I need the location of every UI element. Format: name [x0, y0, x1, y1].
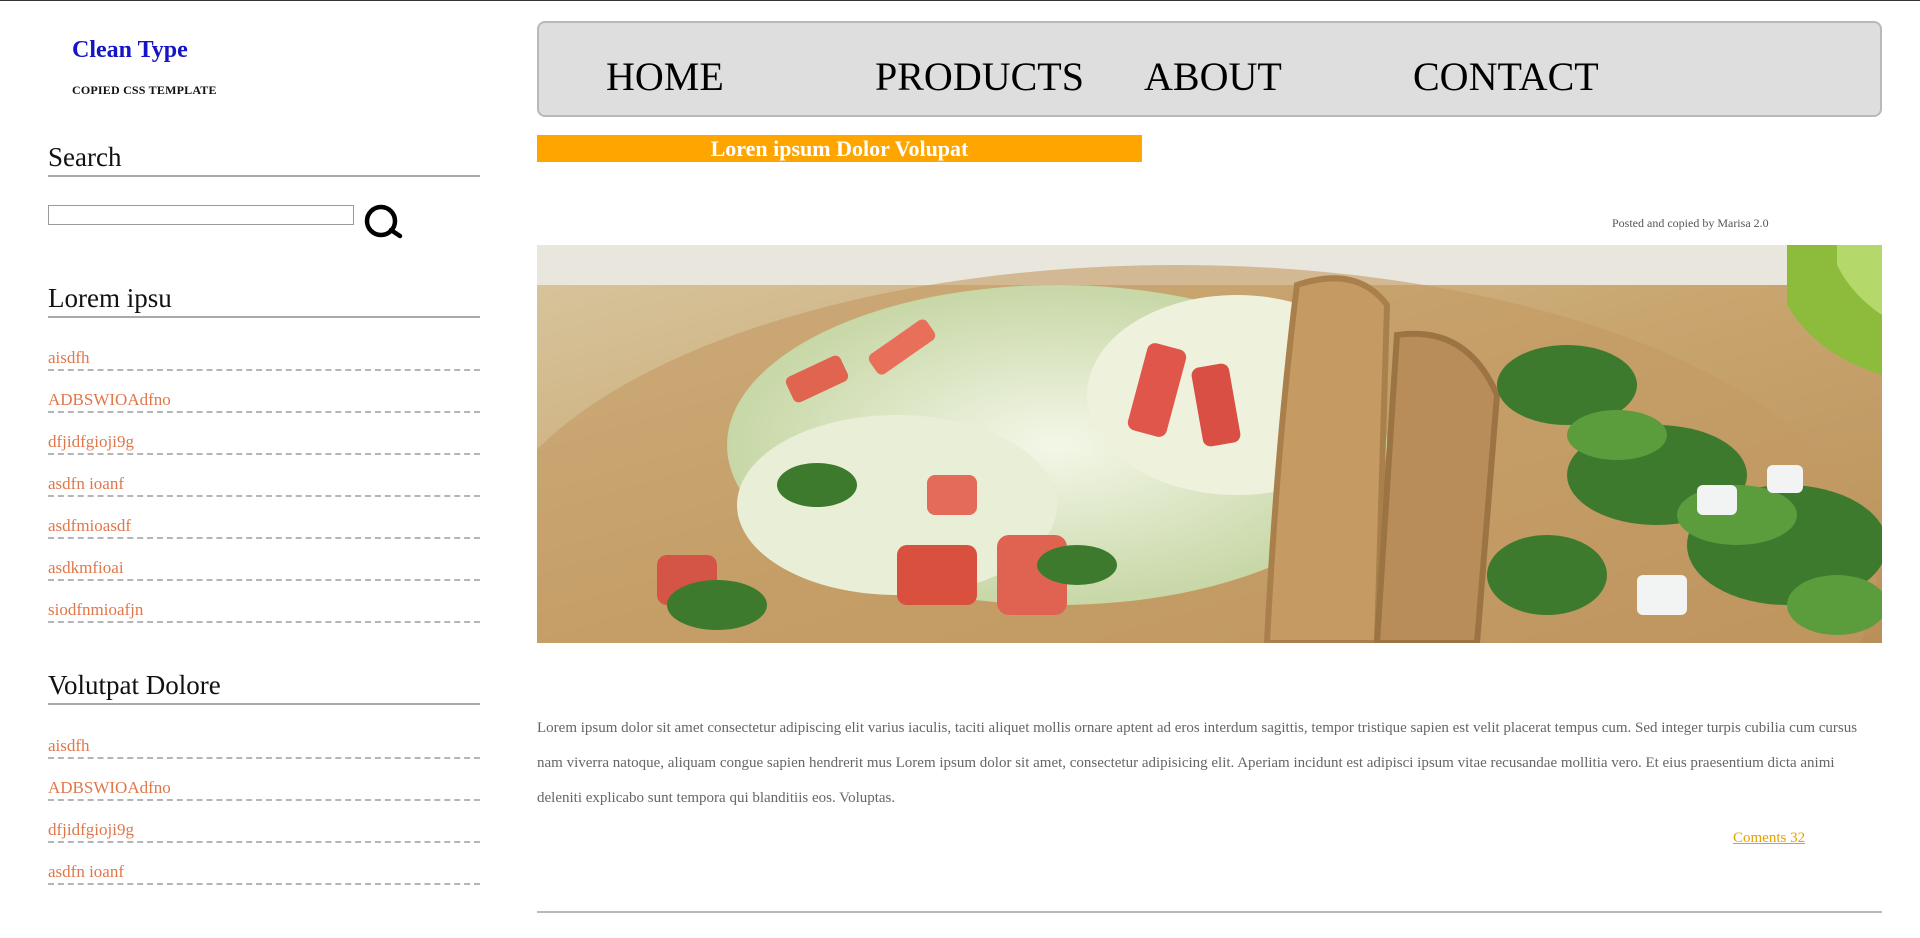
list-item: aisdfh	[48, 331, 480, 371]
nav-contact[interactable]: CONTACT	[1413, 55, 1599, 99]
nav-about[interactable]: ABOUT	[1144, 55, 1282, 99]
sidebar-link[interactable]: ADBSWIOAdfno	[48, 390, 171, 410]
sidebar-link[interactable]: dfjidfgioji9g	[48, 820, 134, 840]
section-list-lorem: aisdfh ADBSWIOAdfno dfjidfgioji9g asdfn …	[48, 331, 480, 625]
search-heading: Search	[48, 141, 480, 177]
post-body: Lorem ipsum dolor sit amet consectetur a…	[537, 720, 1858, 806]
list-item: siodfnmioafjn	[48, 583, 480, 623]
site-title[interactable]: Clean Type	[72, 37, 188, 64]
list-item: asdfn ioanf	[48, 845, 480, 885]
search-button[interactable]	[362, 203, 408, 239]
list-item: dfjidfgioji9g	[48, 803, 480, 843]
divider	[537, 911, 1882, 913]
list-item: dfjidfgioji9g	[48, 415, 480, 455]
top-nav: HOME PRODUCTS ABOUT CONTACT	[537, 21, 1882, 117]
section-heading-lorem: Lorem ipsu	[48, 282, 480, 318]
list-item: ADBSWIOAdfno	[48, 761, 480, 801]
list-item: asdkmfioai	[48, 541, 480, 581]
post-meta: Posted and copied by Marisa 2.0	[1612, 216, 1769, 230]
search-input[interactable]	[48, 205, 354, 225]
section-heading-volutpat: Volutpat Dolore	[48, 669, 480, 705]
sidebar-link[interactable]: aisdfh	[48, 736, 90, 756]
post-image	[537, 245, 1882, 643]
sidebar-link[interactable]: dfjidfgioji9g	[48, 432, 134, 452]
nav-home[interactable]: HOME	[606, 55, 724, 99]
post-title: Loren ipsum Dolor Volupat	[537, 135, 1142, 162]
sidebar-link[interactable]: siodfnmioafjn	[48, 600, 143, 620]
sidebar-link[interactable]: ADBSWIOAdfno	[48, 778, 171, 798]
comments-link[interactable]: Coments 32	[1733, 830, 1805, 847]
tacos-photo	[537, 245, 1882, 643]
nav-products[interactable]: PRODUCTS	[875, 55, 1084, 99]
sidebar-link[interactable]: asdfn ioanf	[48, 862, 124, 882]
sidebar-link[interactable]: asdkmfioai	[48, 558, 124, 578]
sidebar-link[interactable]: asdfmioasdf	[48, 516, 131, 536]
list-item: ADBSWIOAdfno	[48, 373, 480, 413]
sidebar-link[interactable]: asdfn ioanf	[48, 474, 124, 494]
list-item: asdfn ioanf	[48, 457, 480, 497]
list-item: aisdfh	[48, 719, 480, 759]
section-list-volutpat: aisdfh ADBSWIOAdfno dfjidfgioji9g asdfn …	[48, 719, 480, 887]
list-item: asdfmioasdf	[48, 499, 480, 539]
site-subtitle: COPIED CSS TEMPLATE	[72, 83, 217, 97]
sidebar-link[interactable]: aisdfh	[48, 348, 90, 368]
search-icon	[364, 204, 403, 239]
